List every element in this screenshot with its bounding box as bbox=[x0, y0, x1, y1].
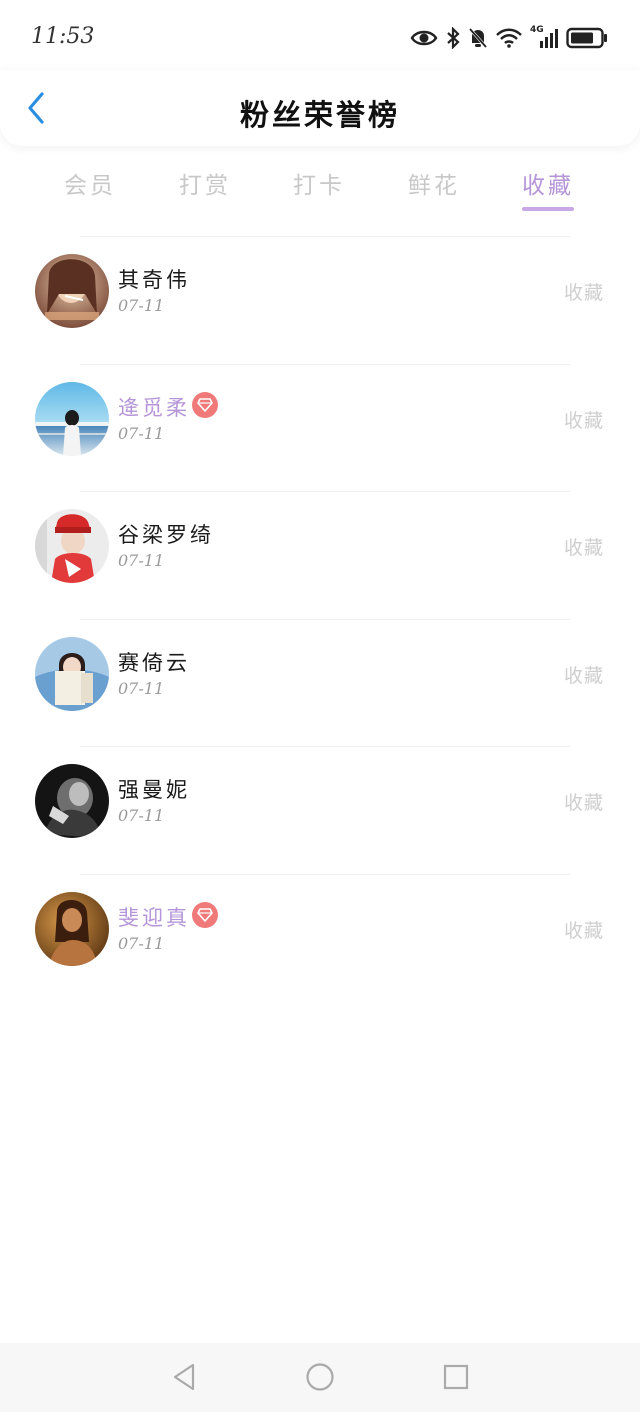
user-date: 07-11 bbox=[118, 296, 165, 315]
user-date: 07-11 bbox=[118, 678, 165, 698]
list-item[interactable]: 强曼妮 07-11 收藏 bbox=[0, 746, 640, 874]
page-title: 粉丝荣誉榜 bbox=[239, 98, 400, 132]
user-date: 07-11 bbox=[118, 423, 165, 443]
user-name: 赛倚云 bbox=[118, 650, 190, 675]
network-label: 4G bbox=[530, 25, 544, 35]
list-item[interactable]: 谷梁罗绮 07-11 收藏 bbox=[0, 491, 640, 619]
favorite-label[interactable]: 收藏 bbox=[564, 406, 604, 433]
tab-flowers[interactable]: 鲜花 bbox=[384, 166, 484, 200]
user-date: 07-11 bbox=[118, 806, 165, 826]
user-name: 斐迎真 bbox=[118, 905, 190, 930]
diamond-icon bbox=[192, 391, 218, 418]
diamond-icon bbox=[192, 901, 218, 928]
list-item[interactable]: 逄觅柔 07-11 收藏 bbox=[0, 363, 640, 492]
divider bbox=[80, 363, 570, 365]
status-bar: 11:53 4G bbox=[0, 0, 640, 76]
tab-bar: 会员 打赏 打卡 鲜花 收藏 bbox=[0, 160, 640, 216]
fan-list: 其奇伟 07-11 收藏 逄觅柔 07-11 收藏 谷梁罗绮 07-11 收藏 … bbox=[0, 236, 640, 1002]
user-name: 谷梁罗绮 bbox=[118, 523, 214, 548]
user-date: 07-11 bbox=[118, 551, 165, 571]
user-name: 强曼妮 bbox=[118, 778, 190, 803]
bluetooth-icon bbox=[446, 27, 460, 49]
nav-home-button[interactable] bbox=[300, 1361, 340, 1397]
battery-icon bbox=[566, 27, 608, 49]
header: 粉丝荣誉榜 bbox=[0, 70, 640, 146]
tab-checkin[interactable]: 打卡 bbox=[269, 166, 369, 200]
back-triangle-icon bbox=[171, 1362, 197, 1396]
tab-reward[interactable]: 打赏 bbox=[155, 166, 255, 200]
avatar[interactable] bbox=[35, 509, 109, 584]
recents-square-icon bbox=[442, 1363, 470, 1395]
divider bbox=[80, 746, 570, 748]
user-name: 其奇伟 bbox=[118, 268, 190, 292]
avatar[interactable] bbox=[35, 764, 109, 839]
active-tab-indicator bbox=[522, 207, 574, 211]
eye-icon bbox=[410, 28, 438, 48]
avatar[interactable] bbox=[35, 636, 109, 711]
status-icons: 4G bbox=[410, 24, 608, 52]
favorite-label[interactable]: 收藏 bbox=[564, 788, 604, 815]
favorite-label[interactable]: 收藏 bbox=[564, 916, 604, 943]
tab-favorites[interactable]: 收藏 bbox=[498, 166, 598, 200]
list-item[interactable]: 其奇伟 07-11 收藏 bbox=[0, 236, 640, 364]
wifi-icon bbox=[496, 28, 522, 48]
status-time: 11:53 bbox=[31, 24, 95, 49]
user-date: 07-11 bbox=[118, 933, 165, 953]
bell-muted-icon bbox=[468, 27, 488, 49]
tab-member[interactable]: 会员 bbox=[40, 166, 140, 200]
nav-back-button[interactable] bbox=[164, 1361, 204, 1397]
signal-4g-icon: 4G bbox=[530, 25, 558, 49]
nav-recents-button[interactable] bbox=[436, 1361, 476, 1397]
divider bbox=[80, 618, 570, 620]
favorite-label[interactable]: 收藏 bbox=[564, 661, 604, 688]
favorite-label[interactable]: 收藏 bbox=[564, 278, 604, 305]
home-circle-icon bbox=[305, 1362, 335, 1396]
divider bbox=[80, 491, 570, 493]
system-nav-bar bbox=[0, 1343, 640, 1412]
divider bbox=[80, 236, 570, 237]
user-name: 逄觅柔 bbox=[118, 395, 190, 420]
list-item[interactable]: 斐迎真 07-11 收藏 bbox=[0, 873, 640, 1002]
avatar[interactable] bbox=[35, 381, 109, 456]
avatar[interactable] bbox=[35, 254, 109, 328]
divider bbox=[80, 873, 570, 875]
list-item[interactable]: 赛倚云 07-11 收藏 bbox=[0, 618, 640, 747]
favorite-label[interactable]: 收藏 bbox=[564, 533, 604, 560]
avatar[interactable] bbox=[35, 891, 109, 966]
